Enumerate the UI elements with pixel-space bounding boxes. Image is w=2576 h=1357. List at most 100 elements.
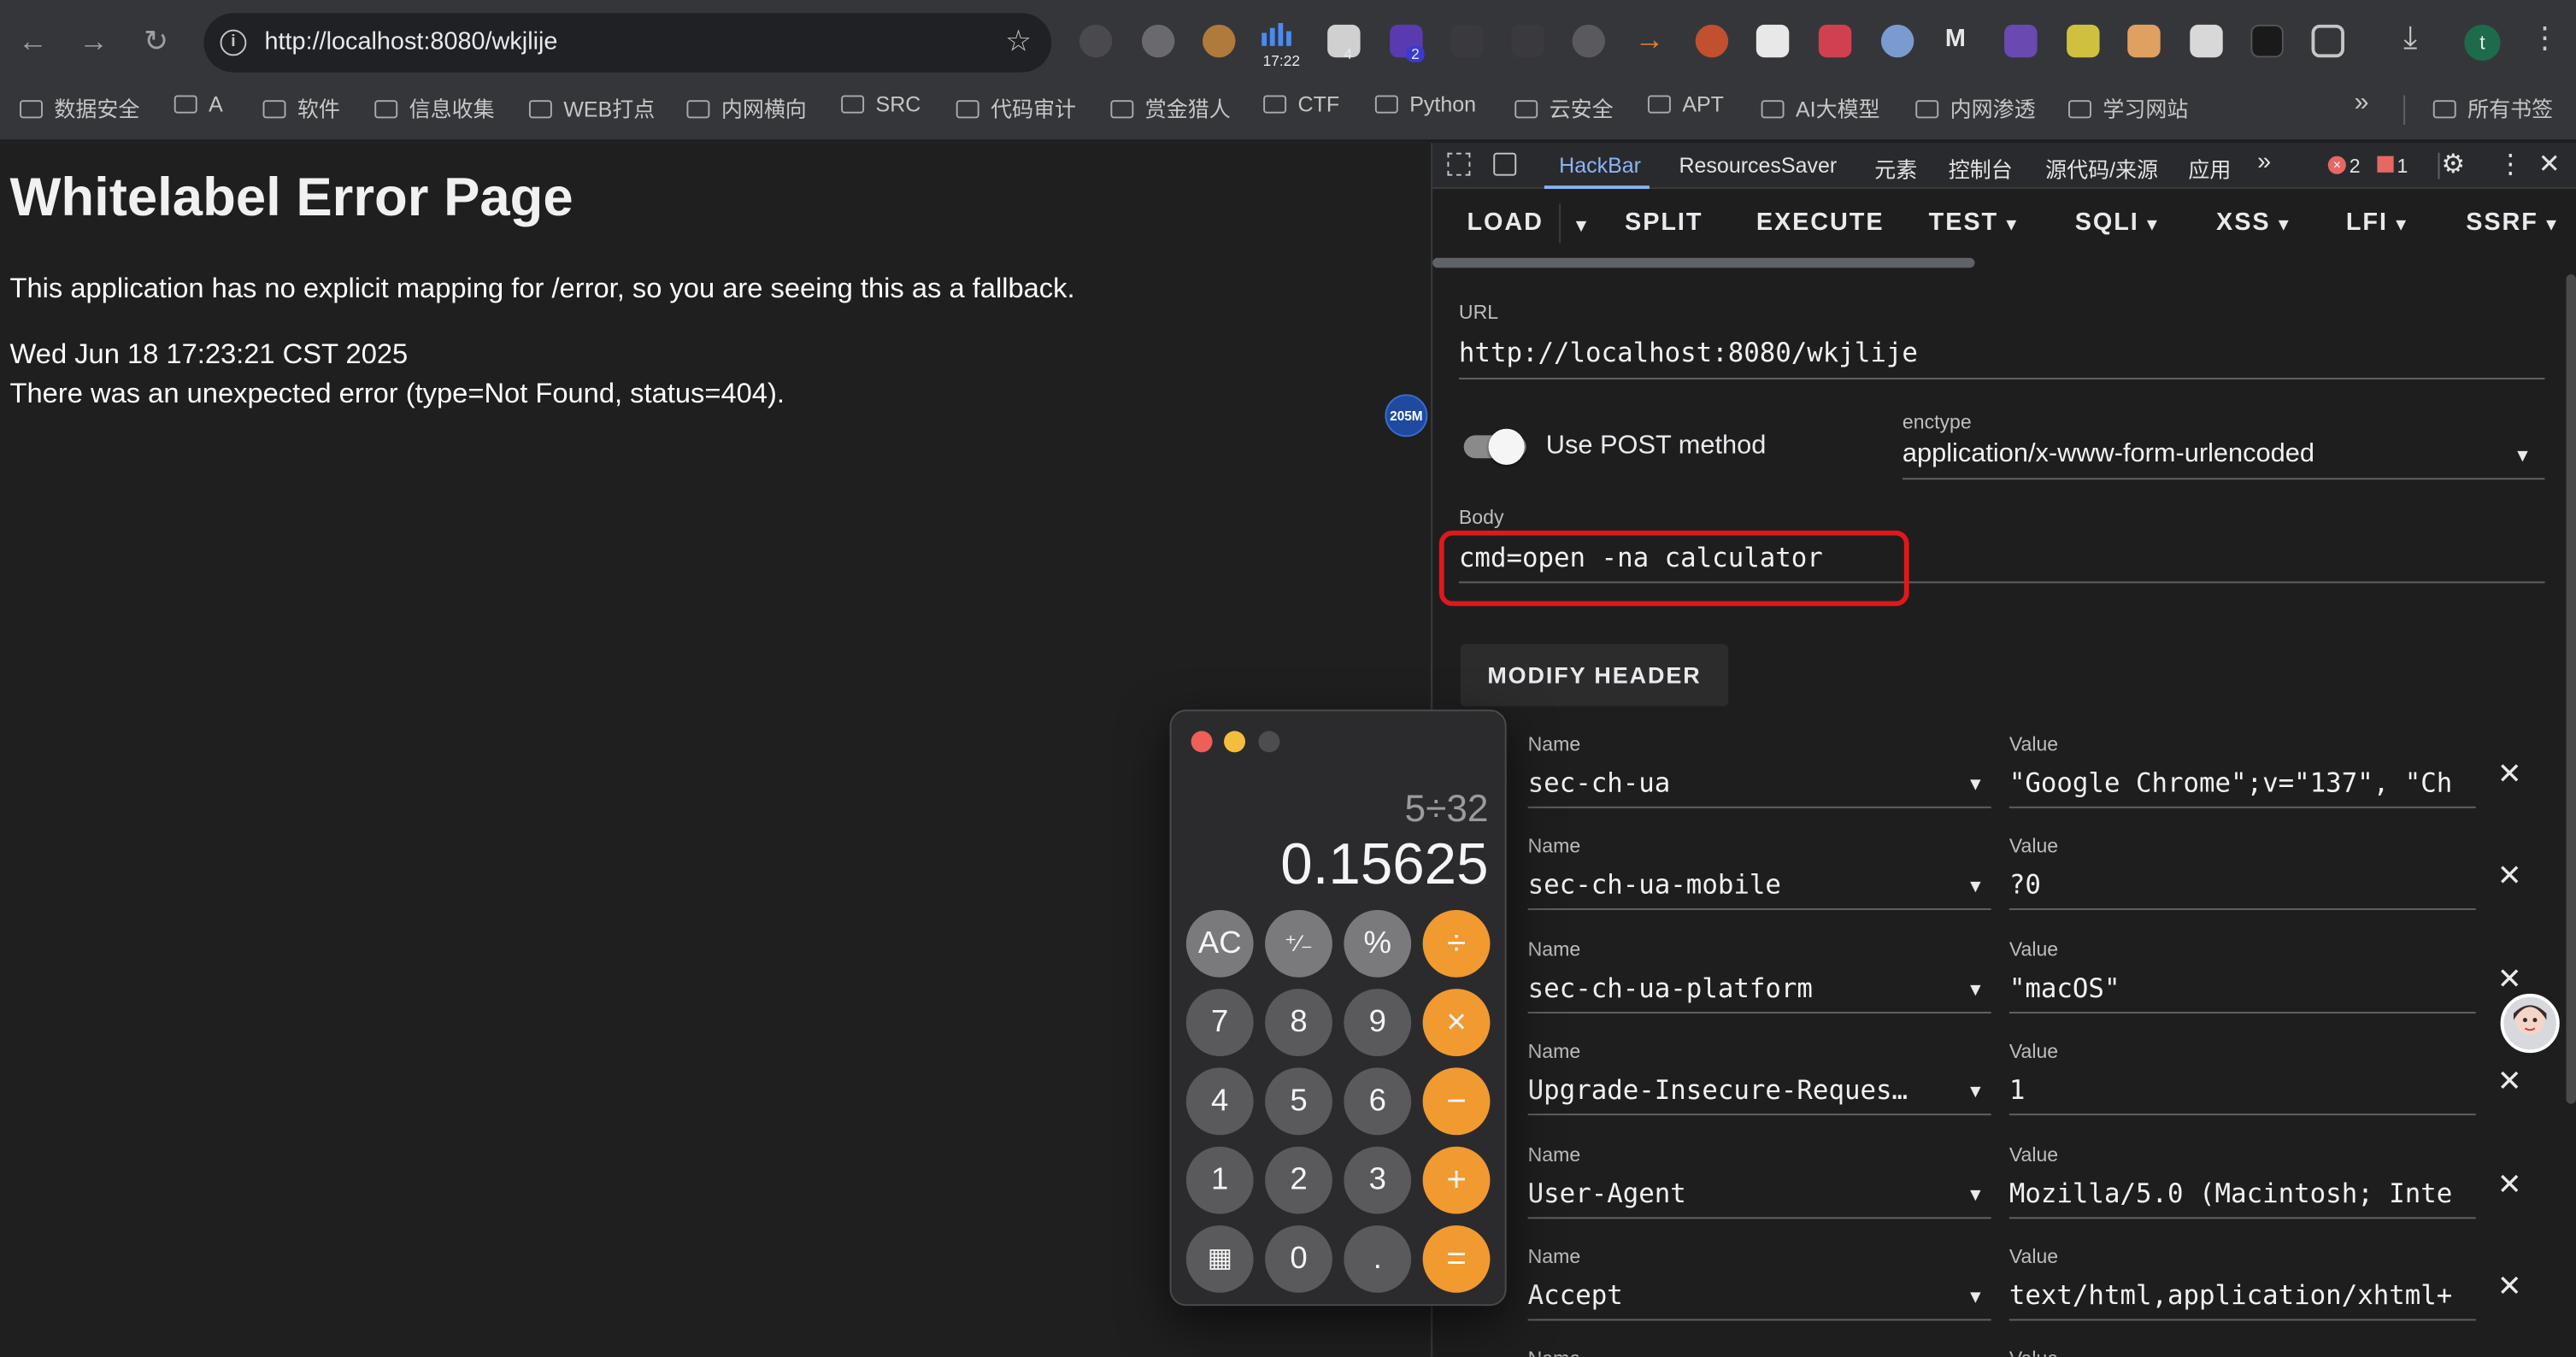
download-icon[interactable]: ⤓ <box>2403 21 2417 57</box>
settings-gear-icon[interactable]: ⚙ <box>2441 148 2465 180</box>
extension-icon[interactable] <box>2067 24 2100 58</box>
load-dropdown-icon[interactable]: ▼ <box>1573 217 1591 237</box>
clock-extension-icon[interactable]: 17:22 <box>1258 22 1304 69</box>
more-menu-icon[interactable]: ⋮ <box>2530 21 2560 56</box>
enctype-select[interactable]: application/x-www-form-urlencoded <box>1903 440 2314 470</box>
tab-elements[interactable]: 元素 <box>1874 153 1917 185</box>
remove-header-icon[interactable]: ✕ <box>2497 859 2522 893</box>
bookmark-folder[interactable]: CTF <box>1263 92 1339 122</box>
bookmark-folder[interactable]: 学习网站 <box>2068 92 2188 121</box>
puzzle-icon[interactable] <box>2311 24 2344 58</box>
zoom-window-button[interactable] <box>1258 731 1280 753</box>
chevron-down-icon[interactable]: ▼ <box>1967 1288 1985 1307</box>
extension-icon[interactable] <box>1141 24 1175 58</box>
tab-application[interactable]: 应用 <box>2188 153 2231 185</box>
header-value-field[interactable]: ?0 <box>2009 869 2476 901</box>
tab-console[interactable]: 控制台 <box>1949 153 2013 185</box>
enctype-dropdown-icon[interactable]: ▼ <box>2514 447 2532 467</box>
execute-button[interactable]: EXECUTE <box>1756 209 1885 237</box>
remove-header-icon[interactable]: ✕ <box>2497 1270 2522 1304</box>
extension-icon[interactable] <box>1695 24 1729 58</box>
warning-flag-icon[interactable] <box>2377 156 2394 173</box>
calc-key-9[interactable]: 9 <box>1344 989 1412 1056</box>
bookmark-folder[interactable]: WEB打点 <box>528 92 655 121</box>
remove-header-icon[interactable]: ✕ <box>2497 757 2522 791</box>
chevron-down-icon[interactable]: ▼ <box>1967 1186 1985 1206</box>
bookmark-folder[interactable]: SRC <box>841 92 920 122</box>
calc-key-7[interactable]: 7 <box>1185 989 1254 1056</box>
tab-hackbar[interactable]: HackBar <box>1559 153 1641 178</box>
header-name-field[interactable]: sec-ch-ua-platform <box>1528 972 1939 1004</box>
chevron-down-icon[interactable]: ▼ <box>1967 877 1985 896</box>
address-bar[interactable]: i http://localhost:8080/wkjlije ☆ <box>203 13 1052 73</box>
vertical-scrollbar[interactable] <box>2566 274 2576 1104</box>
address-url[interactable]: http://localhost:8080/wkjlije <box>264 28 557 56</box>
calc-key-sign[interactable]: ⁺∕₋ <box>1265 909 1332 978</box>
bookmarks-overflow-button[interactable]: » <box>2355 89 2369 119</box>
close-window-button[interactable] <box>1191 731 1213 753</box>
sqli-menu[interactable]: SQLI ▾ <box>2075 209 2158 237</box>
header-value-field[interactable]: "Google Chrome";v="137", "Ch <box>2009 767 2476 799</box>
remove-header-icon[interactable]: ✕ <box>2497 1168 2522 1202</box>
chevron-down-icon[interactable]: ▼ <box>1967 981 1985 1001</box>
error-count[interactable]: 2 <box>2350 155 2361 178</box>
header-value-field[interactable]: 1 <box>2009 1074 2476 1106</box>
zip-icon[interactable] <box>1511 24 1544 58</box>
ssrf-menu[interactable]: SSRF ▾ <box>2466 209 2557 237</box>
extension-icon[interactable] <box>2190 24 2223 58</box>
header-value-field[interactable]: Mozilla/5.0 (Macintosh; Inte <box>2009 1178 2476 1209</box>
extension-icon[interactable] <box>1572 24 1605 58</box>
bookmark-folder[interactable]: 云安全 <box>1514 92 1614 121</box>
load-button[interactable]: LOAD <box>1467 209 1544 237</box>
bookmark-folder[interactable]: 内网横向 <box>686 92 807 121</box>
minimize-window-button[interactable] <box>1224 731 1246 753</box>
ghost-icon[interactable] <box>1756 24 1790 58</box>
bookmark-folder[interactable]: 内网渗透 <box>1915 92 2036 121</box>
calc-key-divide[interactable]: ÷ <box>1422 909 1491 978</box>
bookmark-folder[interactable]: 代码审计 <box>956 92 1076 121</box>
bookmark-star-icon[interactable]: ☆ <box>1005 25 1032 59</box>
remove-header-icon[interactable]: ✕ <box>2497 962 2522 996</box>
glasses-icon[interactable] <box>1450 24 1484 58</box>
header-value-field[interactable]: text/html,application/xhtml+ <box>2009 1279 2476 1311</box>
bookmark-folder[interactable]: APT <box>1647 92 1724 122</box>
close-devtools-icon[interactable]: ✕ <box>2538 148 2561 180</box>
calc-key-6[interactable]: 6 <box>1344 1067 1412 1136</box>
header-value-field[interactable]: "macOS" <box>2009 972 2476 1004</box>
header-name-field[interactable]: sec-ch-ua-mobile <box>1528 869 1939 901</box>
calc-key-2[interactable]: 2 <box>1265 1146 1332 1214</box>
lfi-menu[interactable]: LFI ▾ <box>2346 209 2408 237</box>
calc-key-percent[interactable]: % <box>1344 909 1412 978</box>
profile-avatar[interactable]: t <box>2464 24 2501 62</box>
translate-icon[interactable] <box>1818 24 1852 58</box>
calc-key-equals[interactable]: = <box>1422 1225 1491 1293</box>
header-name-field[interactable]: Upgrade-Insecure-Reques… <box>1528 1074 1939 1106</box>
url-field[interactable]: http://localhost:8080/wkjlije <box>1459 337 2544 368</box>
m-extension-icon[interactable]: M <box>1945 25 1966 53</box>
calc-key-8[interactable]: 8 <box>1265 989 1332 1056</box>
extension-icon[interactable] <box>2250 24 2284 58</box>
arrow-extension-icon[interactable]: → <box>1635 23 1665 57</box>
split-button[interactable]: SPLIT <box>1625 209 1703 237</box>
tab-resourcessaver[interactable]: ResourcesSaver <box>1679 153 1837 178</box>
inspect-element-icon[interactable] <box>1447 152 1471 176</box>
horizontal-scrollbar[interactable] <box>1432 257 1975 268</box>
site-info-icon[interactable]: i <box>220 29 247 56</box>
bookmark-folder[interactable]: 软件 <box>262 92 340 121</box>
extension-icon[interactable] <box>1880 24 1914 58</box>
bookmark-folder[interactable]: AI大模型 <box>1761 92 1880 121</box>
header-name-field[interactable]: Accept <box>1528 1279 1939 1311</box>
calc-key-0[interactable]: 0 <box>1265 1225 1332 1293</box>
chevron-down-icon[interactable]: ▼ <box>1967 1083 1985 1102</box>
chevron-down-icon[interactable]: ▼ <box>1967 775 1985 795</box>
all-bookmarks-folder[interactable]: 所有书签 <box>2432 92 2553 121</box>
more-options-icon[interactable]: ⋮ <box>2497 148 2524 180</box>
extension-icon[interactable] <box>2004 24 2038 58</box>
more-tabs-icon[interactable]: » <box>2257 148 2271 176</box>
bookmark-folder[interactable]: A <box>173 92 223 122</box>
forward-icon[interactable]: → <box>75 23 111 59</box>
memory-badge[interactable]: 205M <box>1385 394 1428 438</box>
calculator-mode-icon[interactable]: ▦ <box>1185 1225 1254 1293</box>
device-toolbar-icon[interactable] <box>1493 152 1517 176</box>
calc-key-plus[interactable]: + <box>1422 1146 1491 1214</box>
